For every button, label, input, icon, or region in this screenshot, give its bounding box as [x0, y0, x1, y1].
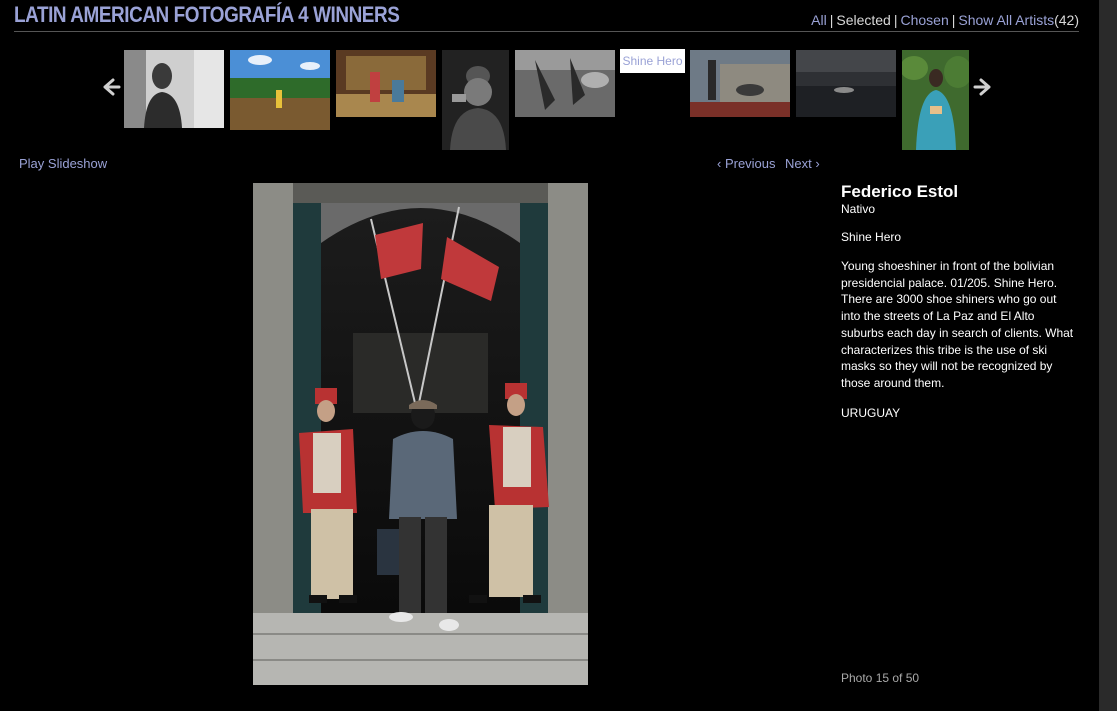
current-thumbnail-label[interactable]: Shine Hero [620, 49, 685, 73]
filmstrip-thumbnail[interactable] [124, 50, 224, 128]
page-title: LATIN AMERICAN FOTOGRAFÍA 4 WINNERS [14, 2, 400, 27]
filter-links: All | Selected | Chosen | Show All Artists(42) [811, 12, 1079, 28]
filmstrip-thumbnail[interactable] [902, 50, 969, 150]
filter-selected-link[interactable]: Selected [836, 12, 890, 28]
filmstrip-thumbnail[interactable] [442, 50, 509, 150]
show-all-artists-link[interactable]: Show All Artists [958, 12, 1054, 28]
photo-counter: Photo 15 of 50 [841, 671, 920, 685]
filmstrip-thumbnail[interactable] [230, 50, 330, 130]
series-name: Nativo [841, 202, 876, 216]
header-divider [14, 31, 1079, 32]
left-arrow-icon[interactable] [100, 76, 122, 98]
artist-country: URUGUAY [841, 405, 901, 420]
next-link[interactable]: Next › [785, 156, 820, 171]
filmstrip-thumbnail[interactable] [336, 50, 436, 117]
photo-description: Young shoeshiner in front of the bolivia… [841, 259, 1074, 390]
artist-count: (42) [1054, 12, 1079, 28]
artist-name: Federico Estol [841, 182, 959, 201]
page-scrollbar[interactable] [1099, 0, 1117, 711]
filter-separator: | [829, 12, 834, 28]
main-photo [253, 183, 588, 685]
filter-all-link[interactable]: All [811, 12, 827, 28]
right-arrow-icon[interactable] [972, 76, 994, 98]
filmstrip-thumbnail[interactable] [796, 50, 896, 117]
filter-chosen-link[interactable]: Chosen [900, 12, 948, 28]
play-slideshow-link[interactable]: Play Slideshow [19, 156, 107, 171]
previous-link[interactable]: ‹ Previous [717, 156, 776, 171]
filter-separator: | [951, 12, 956, 28]
photo-info-panel: Federico Estol Nativo Shine Hero Young s… [841, 182, 1076, 420]
filmstrip-thumbnail[interactable] [515, 50, 615, 117]
filmstrip-thumbnail[interactable] [690, 50, 790, 117]
photo-title: Shine Hero [841, 230, 902, 244]
